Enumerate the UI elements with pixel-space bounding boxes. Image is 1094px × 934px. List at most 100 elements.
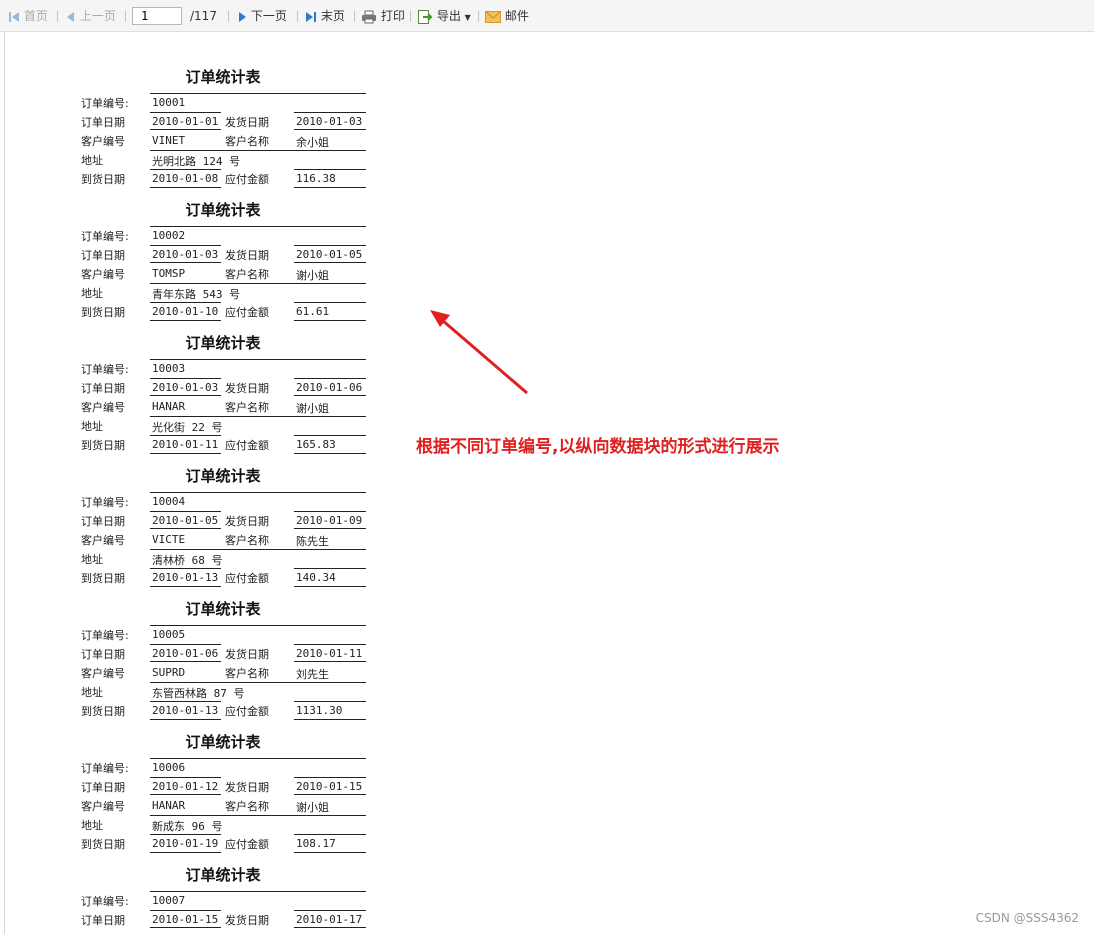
field-underline	[150, 815, 366, 816]
field-value-ship-date: 2010-01-11	[296, 647, 363, 660]
field-label-cust-id: 客户编号	[81, 135, 125, 148]
report-block-title: 订单统计表	[185, 866, 261, 884]
field-underline	[150, 758, 366, 759]
field-label-order-no: 订单编号:	[81, 496, 129, 509]
report-block-title: 订单统计表	[185, 201, 261, 219]
field-underline	[294, 661, 366, 662]
mail-icon	[485, 10, 501, 23]
field-label-order-no: 订单编号:	[81, 762, 129, 775]
field-label-amount: 应付金额	[225, 705, 269, 718]
last-page-button[interactable]: 末页	[305, 0, 345, 32]
next-page-button[interactable]: 下一页	[237, 0, 287, 32]
field-underline	[150, 453, 221, 454]
field-value-address: 光化街 22 号	[152, 421, 223, 434]
field-value-amount: 165.83	[296, 438, 336, 451]
page-left-border	[4, 32, 5, 934]
field-label-arrive-date: 到货日期	[81, 306, 125, 319]
field-value-amount: 108.17	[296, 837, 336, 850]
field-value-cust-name: 谢小姐	[296, 402, 329, 415]
field-value-cust-id: HANAR	[152, 400, 186, 413]
field-label-order-no: 订单编号:	[81, 363, 129, 376]
first-page-icon	[9, 11, 19, 22]
report-block-title: 订单统计表	[185, 334, 261, 352]
field-label-ship-date: 发货日期	[225, 249, 269, 262]
field-underline	[294, 169, 366, 170]
field-value-order-date: 2010-01-12	[152, 780, 219, 793]
field-label-address: 地址	[81, 686, 103, 699]
field-label-order-no: 订单编号:	[81, 629, 129, 642]
field-underline	[150, 435, 221, 436]
field-underline	[294, 644, 366, 645]
field-label-cust-name: 客户名称	[225, 135, 269, 148]
field-value-arrive-date: 2010-01-19	[152, 837, 219, 850]
prev-page-button[interactable]: 上一页	[66, 0, 116, 32]
first-page-button[interactable]: 首页	[8, 0, 48, 32]
field-underline	[294, 719, 366, 720]
toolbar-separator	[297, 11, 298, 22]
toolbar-separator	[57, 11, 58, 22]
field-label-address: 地址	[81, 819, 103, 832]
print-label: 打印	[380, 9, 405, 23]
field-label-amount: 应付金额	[225, 306, 269, 319]
field-value-address: 清林桥 68 号	[152, 554, 223, 567]
field-value-order-date: 2010-01-05	[152, 514, 219, 527]
field-value-order-date: 2010-01-03	[152, 248, 219, 261]
field-value-address: 新成东 96 号	[152, 820, 223, 833]
field-value-ship-date: 2010-01-06	[296, 381, 363, 394]
field-label-order-date: 订单日期	[81, 515, 125, 528]
field-underline	[150, 568, 221, 569]
field-label-amount: 应付金额	[225, 572, 269, 585]
field-label-amount: 应付金额	[225, 838, 269, 851]
field-label-cust-name: 客户名称	[225, 534, 269, 547]
report-toolbar: 首页 上一页 /117 下一页 末页 打印 导出 ▼ 邮件	[0, 0, 1094, 32]
field-value-ship-date: 2010-01-09	[296, 514, 363, 527]
field-label-cust-id: 客户编号	[81, 268, 125, 281]
last-page-label: 末页	[320, 9, 345, 23]
field-underline	[150, 112, 221, 113]
field-underline	[150, 226, 366, 227]
field-label-address: 地址	[81, 420, 103, 433]
field-underline	[294, 568, 366, 569]
annotation-arrow-icon	[430, 310, 528, 395]
mail-button[interactable]: 邮件	[485, 0, 529, 32]
field-underline	[294, 129, 366, 130]
field-underline	[294, 834, 366, 835]
last-page-icon	[306, 11, 316, 22]
field-value-cust-id: VINET	[152, 134, 186, 147]
field-label-cust-name: 客户名称	[225, 800, 269, 813]
field-underline	[294, 187, 366, 188]
field-value-order-date: 2010-01-03	[152, 381, 219, 394]
field-value-amount: 116.38	[296, 172, 336, 185]
field-value-address: 光明北路 124 号	[152, 155, 241, 168]
field-label-address: 地址	[81, 287, 103, 300]
field-label-amount: 应付金额	[225, 439, 269, 452]
field-label-arrive-date: 到货日期	[81, 439, 125, 452]
field-label-cust-id: 客户编号	[81, 534, 125, 547]
export-button[interactable]: 导出 ▼	[417, 0, 471, 32]
watermark: CSDN @SSS4362	[975, 911, 1079, 925]
prev-page-label: 上一页	[79, 9, 116, 23]
print-button[interactable]: 打印	[361, 0, 405, 32]
page-number-input[interactable]	[132, 7, 182, 25]
field-label-arrive-date: 到货日期	[81, 572, 125, 585]
field-underline	[150, 719, 221, 720]
field-label-order-no: 订单编号:	[81, 230, 129, 243]
field-value-ship-date: 2010-01-15	[296, 780, 363, 793]
field-underline	[150, 93, 366, 94]
field-underline	[294, 435, 366, 436]
field-underline	[150, 129, 221, 130]
field-underline	[294, 378, 366, 379]
field-label-address: 地址	[81, 553, 103, 566]
field-underline	[294, 927, 366, 928]
field-value-amount: 1131.30	[296, 704, 343, 717]
field-underline	[150, 262, 221, 263]
field-value-cust-name: 谢小姐	[296, 801, 329, 814]
field-underline	[150, 416, 366, 417]
field-underline	[294, 262, 366, 263]
report-block-title: 订单统计表	[185, 68, 261, 86]
field-label-order-date: 订单日期	[81, 382, 125, 395]
toolbar-separator	[228, 11, 229, 22]
field-underline	[294, 852, 366, 853]
field-underline	[150, 794, 221, 795]
field-label-arrive-date: 到货日期	[81, 173, 125, 186]
